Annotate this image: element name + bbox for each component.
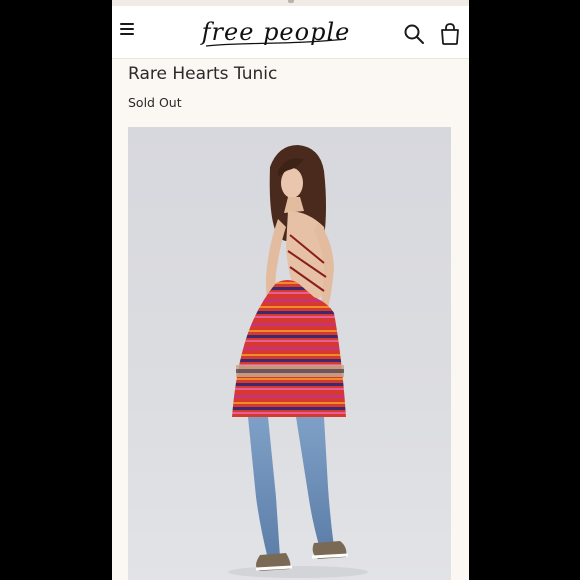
site-header: free people bbox=[112, 6, 469, 59]
availability-status: Sold Out bbox=[128, 95, 182, 110]
phone-screen: free people Rare Hearts Tunic Sold Out bbox=[112, 0, 469, 580]
search-icon[interactable] bbox=[403, 23, 425, 45]
shopping-bag-icon[interactable] bbox=[439, 22, 461, 46]
product-title: Rare Hearts Tunic bbox=[128, 64, 278, 84]
brand-logo[interactable]: free people bbox=[200, 12, 352, 52]
logo-underline-flourish bbox=[205, 38, 347, 47]
hamburger-menu-icon[interactable] bbox=[120, 23, 134, 35]
status-indicator bbox=[288, 0, 294, 3]
model-illustration bbox=[228, 145, 368, 578]
product-photo[interactable] bbox=[128, 127, 451, 580]
